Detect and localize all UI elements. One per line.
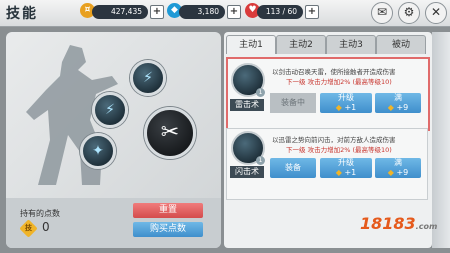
skill-level-badge: 1 (256, 156, 265, 165)
mail-icon[interactable]: ✉ (371, 2, 393, 24)
tab-active-2[interactable]: 主动2 (276, 35, 326, 54)
max-upgrade-button[interactable]: 满 ◆ +9 (375, 93, 421, 113)
reset-button[interactable]: 重置 (133, 203, 203, 218)
skill-point-icon-text: 技 (25, 224, 32, 232)
upgrade-button[interactable]: 升级 ◆ +1 (320, 158, 372, 178)
skill-point-icon: 技 (19, 219, 38, 238)
upgrade-label: 升级 (338, 93, 354, 102)
add-gold-button[interactable]: + (150, 5, 164, 19)
upgrade-cost: ◆ +1 (335, 103, 357, 112)
add-gem-button[interactable]: + (227, 5, 241, 19)
max-label: 满 (394, 158, 402, 167)
tab-passive[interactable]: 被动 (376, 35, 426, 54)
tab-active-1[interactable]: 主动1 (226, 35, 276, 54)
max-cost: ◆ +9 (387, 168, 409, 177)
page-title: 技能 (6, 6, 38, 22)
max-upgrade-button[interactable]: 满 ◆ +9 (375, 158, 421, 178)
stamina-amount: 113 / 60 (257, 5, 303, 19)
next-level-info: 下一级 攻击力增加2% (最高等级10) (286, 76, 392, 86)
watermark-logo: 18183.com (360, 214, 438, 233)
equip-button[interactable]: 装备 (270, 158, 316, 178)
max-cost: ◆ +9 (387, 103, 409, 112)
skill-orb-2[interactable]: ⚡ (92, 92, 128, 128)
skill-level-badge: 1 (256, 88, 265, 97)
add-stamina-button[interactable]: + (305, 5, 319, 19)
upgrade-label: 升级 (338, 158, 354, 167)
upgrade-button[interactable]: 升级 ◆ +1 (320, 93, 372, 113)
buy-points-button[interactable]: 购买点数 (133, 222, 203, 237)
skill-orb-3[interactable]: ✦ (80, 133, 116, 169)
points-label: 持有的点数 (20, 209, 60, 218)
skill-name: 闪击术 (230, 166, 264, 178)
gem-amount: 3,180 (179, 5, 225, 19)
settings-gear-icon[interactable]: ⚙ (398, 2, 420, 24)
max-level-note: (最高等级10) (352, 78, 392, 86)
next-level-text: 下一级 攻击力增加2% (286, 146, 351, 154)
skill-orb-1[interactable]: ⚡ (130, 60, 166, 96)
max-label: 满 (394, 93, 402, 102)
skill-name: 雷击术 (230, 99, 264, 111)
max-level-note: (最高等级10) (352, 146, 392, 154)
tab-active-3[interactable]: 主动3 (326, 35, 376, 54)
skill-description: 以剑击动召唤天雷，使所接触者开造成伤害 (272, 68, 396, 76)
selected-skill-orb[interactable]: ✂ (144, 107, 196, 159)
close-icon[interactable]: ✕ (425, 2, 447, 24)
gold-amount: 427,435 (92, 5, 148, 19)
next-level-info: 下一级 攻击力增加2% (最高等级10) (286, 144, 392, 154)
upgrade-cost: ◆ +1 (335, 168, 357, 177)
next-level-text: 下一级 攻击力增加2% (286, 78, 351, 86)
skill-description: 以迅雷之势向前闪击，对前方敌人造成伤害 (272, 136, 396, 144)
points-value: 0 (42, 220, 50, 234)
equipped-button[interactable]: 装备中 (270, 93, 316, 113)
